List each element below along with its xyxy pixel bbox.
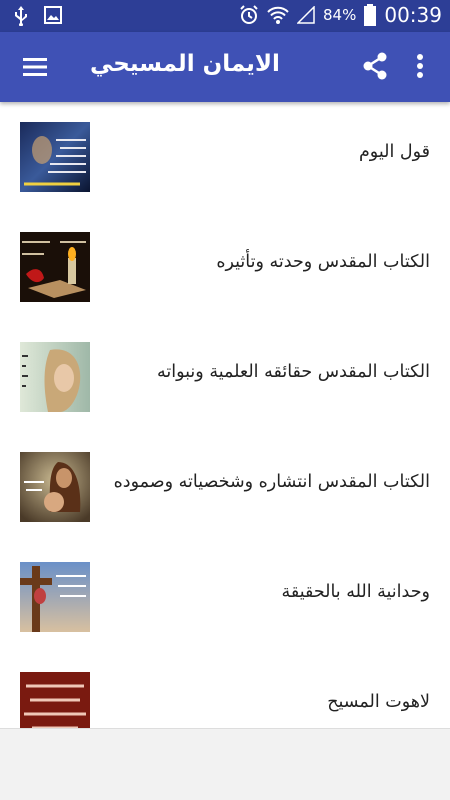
list-item[interactable]: الكتاب المقدس حقائقه العلمية ونبواته bbox=[0, 322, 450, 432]
quote-thumbnail bbox=[20, 122, 90, 192]
more-options-button[interactable] bbox=[405, 50, 435, 82]
cross-thumbnail bbox=[20, 562, 90, 632]
topics-list: قول اليوم الكتاب المقدس وحدته وتأثيره ال… bbox=[0, 102, 450, 728]
list-item-label: وحدانية الله بالحقيقة bbox=[281, 582, 430, 602]
list-item[interactable]: الكتاب المقدس انتشاره وشخصياته وصموده bbox=[0, 432, 450, 542]
list-item-label: لاهوت المسيح bbox=[327, 692, 430, 712]
status-bar: 84% 00:39 bbox=[0, 0, 450, 32]
app-toolbar: الايمان المسيحي bbox=[0, 32, 450, 102]
wifi-icon bbox=[267, 6, 289, 24]
list-item-label: الكتاب المقدس وحدته وتأثيره bbox=[216, 252, 430, 272]
list-item-label: الكتاب المقدس انتشاره وشخصياته وصموده bbox=[113, 472, 430, 492]
menu-button[interactable] bbox=[20, 52, 50, 82]
battery-percent: 84% bbox=[323, 6, 357, 24]
more-vert-icon bbox=[417, 54, 423, 78]
usb-icon bbox=[15, 6, 27, 26]
list-item[interactable]: الكتاب المقدس وحدته وتأثيره bbox=[0, 212, 450, 322]
battery-icon bbox=[364, 4, 377, 26]
list-item-label: الكتاب المقدس حقائقه العلمية ونبواته bbox=[157, 362, 430, 382]
list-item[interactable]: قول اليوم bbox=[0, 102, 450, 212]
bible-candle-thumbnail bbox=[20, 232, 90, 302]
list-item[interactable]: لاهوت المسيح bbox=[0, 652, 450, 728]
clock: 00:39 bbox=[384, 3, 442, 27]
signal-icon bbox=[297, 6, 315, 24]
girl-thumbnail bbox=[20, 342, 90, 412]
red-text-thumbnail bbox=[20, 672, 90, 728]
image-icon bbox=[44, 6, 62, 24]
alarm-icon bbox=[240, 5, 258, 24]
share-icon bbox=[363, 52, 387, 80]
share-button[interactable] bbox=[360, 50, 390, 82]
app-title: الايمان المسيحي bbox=[90, 51, 280, 77]
list-item-label: قول اليوم bbox=[358, 142, 430, 162]
list-item[interactable]: وحدانية الله بالحقيقة bbox=[0, 542, 450, 652]
jesus-child-thumbnail bbox=[20, 452, 90, 522]
bottom-area bbox=[0, 728, 450, 800]
menu-icon bbox=[23, 58, 47, 76]
